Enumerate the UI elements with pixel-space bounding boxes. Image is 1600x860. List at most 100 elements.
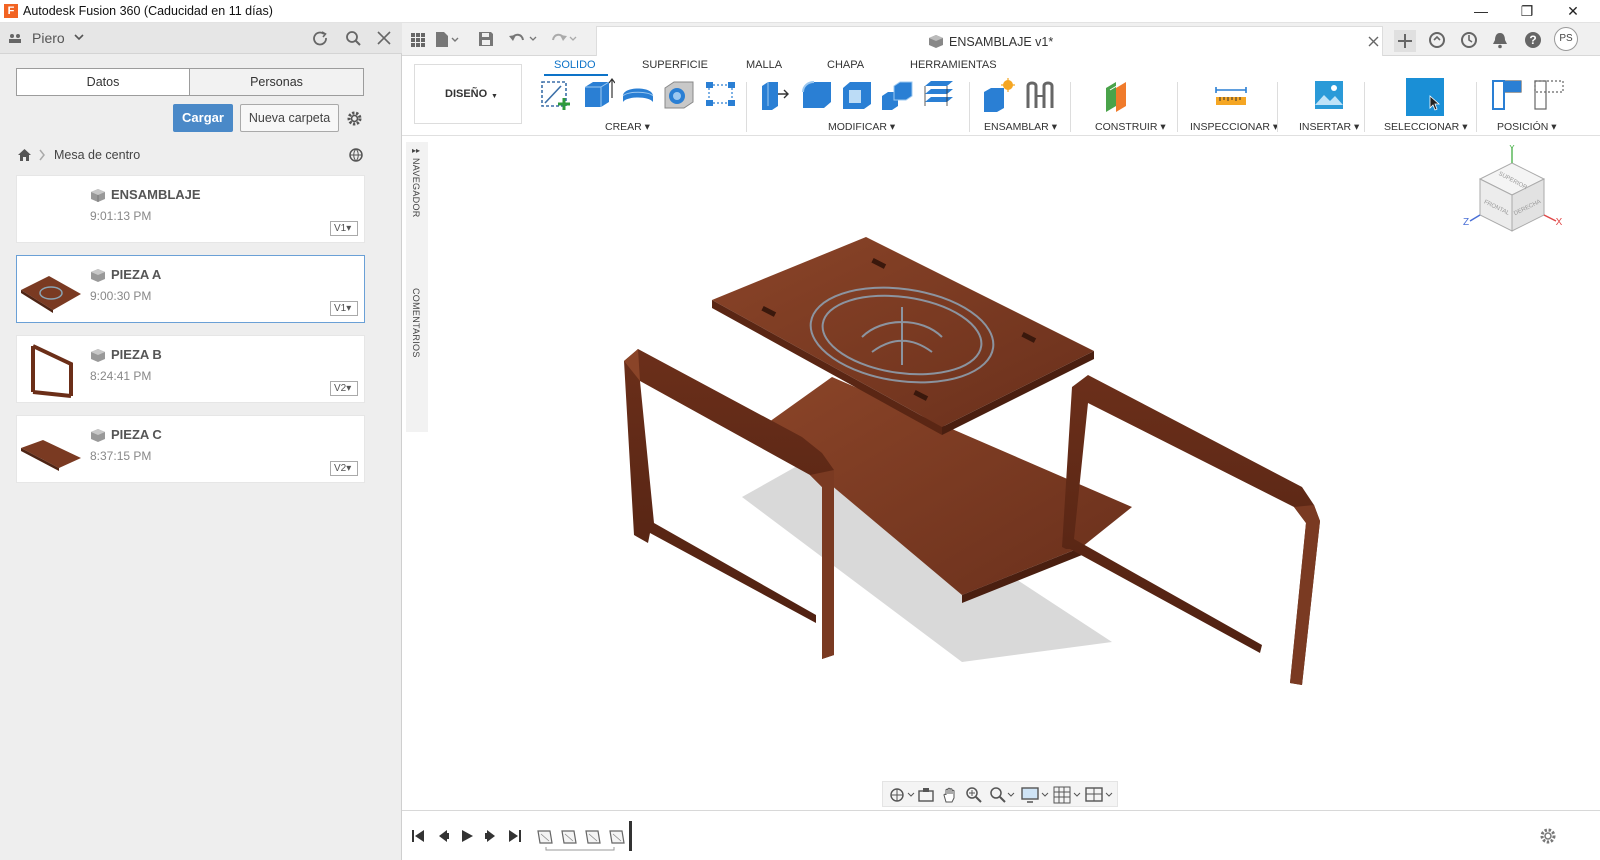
globe-share-icon[interactable] <box>348 147 364 166</box>
measure-icon[interactable] <box>1214 78 1248 112</box>
new-component-icon[interactable] <box>982 78 1016 112</box>
hole-icon[interactable] <box>662 78 696 112</box>
file-thumbnail <box>19 422 83 478</box>
tab-chapa[interactable]: CHAPA <box>827 59 864 71</box>
restore-button[interactable]: ❐ <box>1504 0 1550 23</box>
navigation-toolbar <box>882 781 1118 807</box>
select-tool-icon[interactable] <box>1406 78 1444 116</box>
close-tab-icon[interactable] <box>1368 36 1379 50</box>
file-name: PIEZA A <box>111 267 162 282</box>
tab-personas[interactable]: Personas <box>190 69 363 95</box>
group-ensamblar[interactable]: ENSAMBLAR ▾ <box>984 121 1057 133</box>
chevron-down-icon[interactable] <box>74 31 84 45</box>
group-crear[interactable]: CREAR ▾ <box>605 121 650 133</box>
close-window-button[interactable]: ✕ <box>1550 0 1596 23</box>
orbit-icon[interactable] <box>889 786 915 807</box>
group-inspeccionar[interactable]: INSPECCIONAR ▾ <box>1190 121 1278 133</box>
version-badge[interactable]: V2▾ <box>330 461 358 476</box>
navigator-tab[interactable]: NAVEGADOR <box>411 158 421 218</box>
viewports-icon[interactable] <box>1085 786 1113 807</box>
zoom-icon[interactable] <box>965 786 983 807</box>
pan-hand-icon[interactable] <box>941 786 959 807</box>
group-construir[interactable]: CONSTRUIR ▾ <box>1095 121 1166 133</box>
minimize-button[interactable]: — <box>1458 0 1504 23</box>
workspace-selector[interactable]: DISEÑO ▼ <box>414 64 522 124</box>
extrude-icon[interactable] <box>581 78 616 112</box>
version-badge[interactable]: V2▾ <box>330 381 358 396</box>
axis-y-label: Y <box>1509 145 1516 154</box>
new-tab-icon[interactable] <box>1394 30 1416 52</box>
combine-icon[interactable] <box>880 78 914 112</box>
model-coffee-table[interactable] <box>402 137 1600 809</box>
step-back-icon[interactable] <box>436 829 450 846</box>
shell-icon[interactable] <box>840 78 874 112</box>
comments-tab[interactable]: COMENTARIOS <box>411 288 421 358</box>
view-cube[interactable]: SUPERIOR FRONTAL DERECHA Y X Z <box>1462 143 1563 241</box>
file-item-pieza-b[interactable]: PIEZA B 8:24:41 PM V2▾ <box>16 335 365 403</box>
undo-icon[interactable] <box>508 31 538 50</box>
extensions-icon[interactable] <box>1428 31 1446 52</box>
joint-icon[interactable] <box>1024 78 1058 112</box>
go-to-end-icon[interactable] <box>508 829 522 846</box>
group-posicion[interactable]: POSICIÓN ▾ <box>1497 121 1557 133</box>
tab-datos[interactable]: Datos <box>17 69 190 95</box>
tab-herramientas[interactable]: HERRAMIENTAS <box>910 59 997 71</box>
group-modificar[interactable]: MODIFICAR ▾ <box>828 121 895 133</box>
close-icon[interactable] <box>377 31 391 48</box>
side-panel-tabs: ▸▸ NAVEGADOR COMENTARIOS <box>406 142 428 432</box>
timeline-settings-icon[interactable] <box>1539 827 1557 848</box>
document-tab[interactable]: ENSAMBLAJE v1* <box>596 26 1383 56</box>
version-badge[interactable]: V1▾ <box>330 221 358 236</box>
group-seleccionar[interactable]: SELECCIONAR ▾ <box>1384 121 1467 133</box>
file-item-pieza-a[interactable]: PIEZA A 9:00:30 PM V1▾ <box>16 255 365 323</box>
upload-button[interactable]: Cargar <box>173 104 233 132</box>
file-item-pieza-c[interactable]: PIEZA C 8:37:15 PM V2▾ <box>16 415 365 483</box>
app-grid-icon[interactable] <box>410 32 426 51</box>
home-icon[interactable] <box>17 148 32 165</box>
revolve-icon[interactable] <box>621 78 655 112</box>
save-icon[interactable] <box>478 31 494 50</box>
new-folder-button[interactable]: Nueva carpeta <box>240 104 339 132</box>
revert-position-icon[interactable] <box>1532 78 1566 112</box>
display-settings-icon[interactable] <box>1021 786 1049 807</box>
assembly-icon <box>928 34 944 52</box>
tab-solido[interactable]: SOLIDO <box>554 59 596 71</box>
user-avatar[interactable]: PS <box>1554 27 1578 51</box>
canvas-viewport[interactable]: SUPERIOR FRONTAL DERECHA Y X Z <box>402 137 1600 809</box>
group-insertar[interactable]: INSERTAR ▾ <box>1299 121 1359 133</box>
tab-superficie[interactable]: SUPERFICIE <box>642 59 708 71</box>
part-icon <box>90 268 106 286</box>
notifications-icon[interactable] <box>1492 31 1508 52</box>
grid-settings-icon[interactable] <box>1053 786 1081 807</box>
play-icon[interactable] <box>460 829 474 846</box>
insert-image-icon[interactable] <box>1312 78 1346 112</box>
pattern-icon[interactable] <box>704 78 738 112</box>
fit-icon[interactable] <box>989 786 1015 807</box>
expand-icon[interactable]: ▸▸ <box>412 146 420 155</box>
file-thumbnail <box>19 262 83 318</box>
file-time: 9:00:30 PM <box>90 289 152 303</box>
fillet-icon[interactable] <box>800 78 834 112</box>
file-item-ensamblaje[interactable]: ENSAMBLAJE 9:01:13 PM V1▾ <box>16 175 365 243</box>
version-badge[interactable]: V1▾ <box>330 301 358 316</box>
gear-icon[interactable] <box>346 110 363 130</box>
tab-malla[interactable]: MALLA <box>746 59 782 71</box>
look-at-icon[interactable] <box>917 786 935 807</box>
go-to-start-icon[interactable] <box>411 829 425 846</box>
redo-icon[interactable] <box>548 31 578 50</box>
search-icon[interactable] <box>345 30 362 50</box>
timeline-features[interactable] <box>536 827 632 851</box>
capture-position-icon[interactable] <box>1490 78 1524 112</box>
step-forward-icon[interactable] <box>484 829 498 846</box>
help-icon[interactable]: ? <box>1524 31 1542 52</box>
create-sketch-icon[interactable] <box>539 78 573 112</box>
job-status-icon[interactable] <box>1460 31 1478 52</box>
breadcrumb[interactable]: Mesa de centro <box>54 148 140 162</box>
user-name[interactable]: Piero <box>32 30 65 46</box>
refresh-icon[interactable] <box>312 30 329 50</box>
offset-plane-icon[interactable] <box>1102 78 1136 112</box>
align-icon[interactable] <box>922 78 956 112</box>
timeline-marker[interactable] <box>629 821 632 851</box>
press-pull-icon[interactable] <box>758 78 792 112</box>
file-menu-icon[interactable] <box>434 31 460 51</box>
